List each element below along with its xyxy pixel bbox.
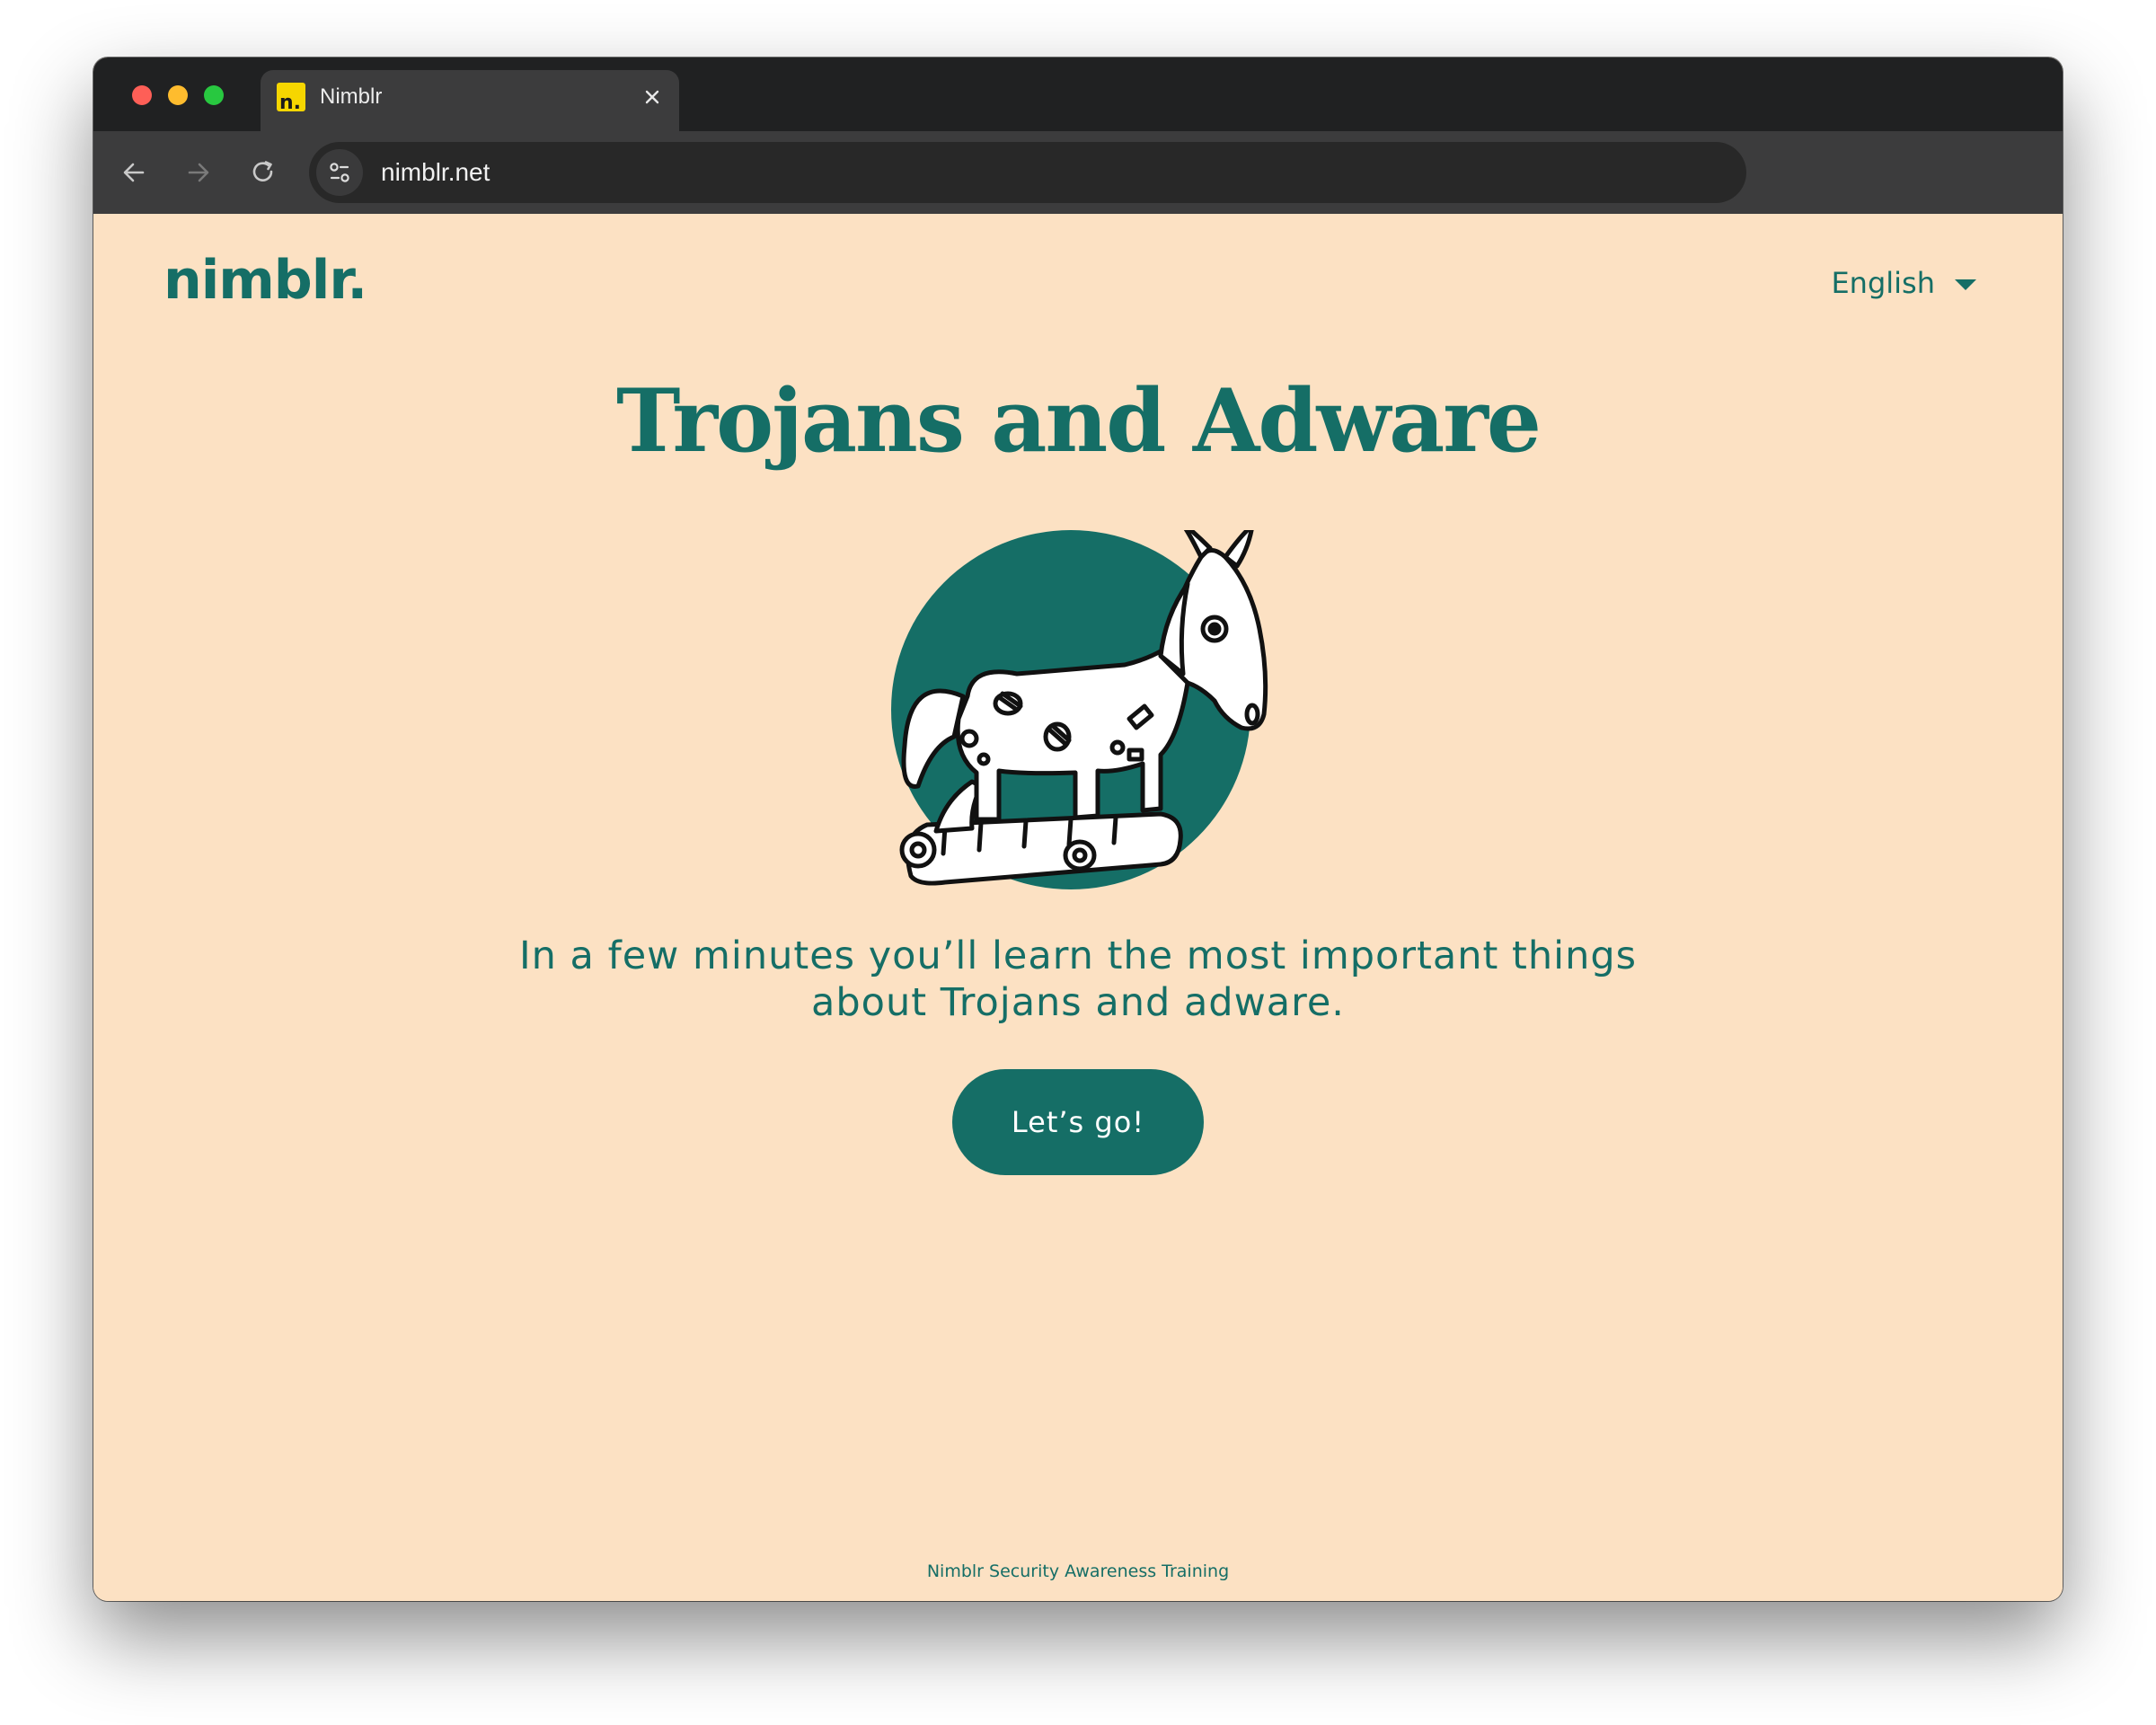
nimblr-logo[interactable]: nimblr. bbox=[163, 253, 367, 307]
lead-line-1: In a few minutes you’ll learn the most i… bbox=[518, 933, 1638, 978]
close-window-button[interactable] bbox=[132, 85, 152, 105]
page-content: nimblr. English Trojans and Adware In a … bbox=[93, 214, 2063, 1601]
reload-icon[interactable] bbox=[247, 156, 279, 189]
page-title: Trojans and Adware bbox=[616, 370, 1542, 472]
site-info-button[interactable] bbox=[316, 149, 363, 196]
lets-go-button[interactable]: Let’s go! bbox=[952, 1069, 1204, 1175]
tune-icon bbox=[330, 163, 349, 182]
favicon-icon: n. bbox=[277, 83, 305, 111]
browser-window: n. Nimblr nimblr.net nimblr. English Tro… bbox=[93, 58, 2063, 1601]
language-selector[interactable]: English bbox=[1831, 266, 1976, 300]
close-icon[interactable] bbox=[641, 86, 663, 108]
url-text: nimblr.net bbox=[381, 158, 490, 186]
favicon-letter: n. bbox=[279, 92, 302, 112]
tab-strip: n. Nimblr bbox=[93, 58, 2063, 131]
language-label: English bbox=[1831, 266, 1935, 300]
caret-down-icon bbox=[1955, 279, 1976, 290]
arrow-right-icon[interactable] bbox=[182, 156, 215, 189]
maximize-window-button[interactable] bbox=[204, 85, 224, 105]
browser-toolbar: nimblr.net bbox=[93, 131, 2063, 214]
lead-text: In a few minutes you’ll learn the most i… bbox=[93, 933, 2063, 1026]
address-bar[interactable]: nimblr.net bbox=[309, 142, 1746, 203]
arrow-left-icon[interactable] bbox=[118, 156, 150, 189]
browser-tab[interactable]: n. Nimblr bbox=[261, 70, 679, 131]
footer-text: Nimblr Security Awareness Training bbox=[926, 1561, 1230, 1581]
lead-line-2: about Trojans and adware. bbox=[811, 980, 1345, 1025]
trojan-horse-illustration bbox=[891, 530, 1268, 889]
minimize-window-button[interactable] bbox=[168, 85, 188, 105]
tab-title: Nimblr bbox=[320, 84, 383, 109]
